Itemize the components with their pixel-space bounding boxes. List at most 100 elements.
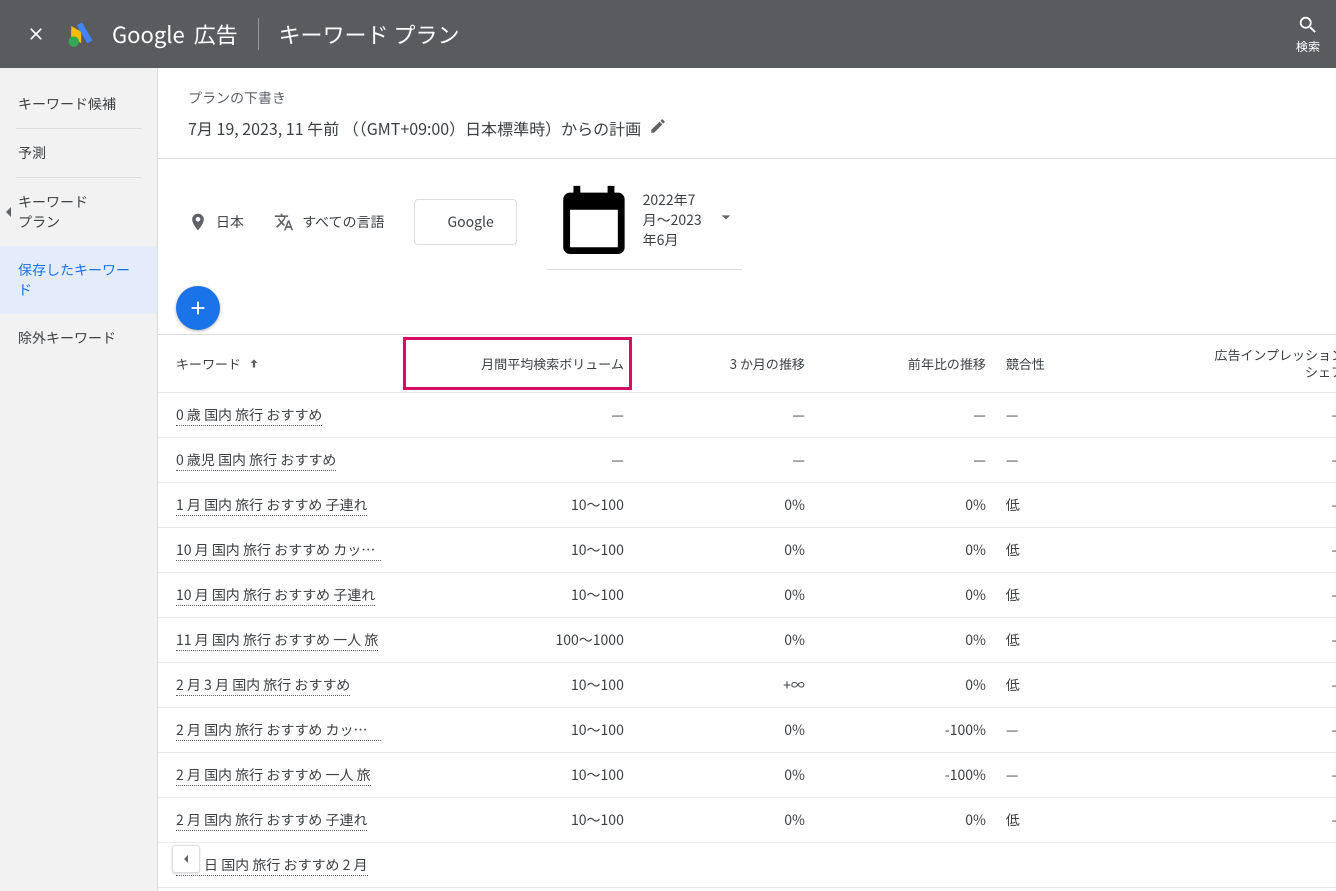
impressions-cell: —: [1161, 393, 1336, 438]
yoy-cell: -100%: [815, 753, 996, 798]
keyword-link[interactable]: 1 月 国内 旅行 おすすめ 子連れ: [176, 495, 367, 516]
col-header-yoy[interactable]: 前年比の推移: [815, 335, 996, 393]
competition-cell: —: [996, 393, 1162, 438]
vertical-separator: [258, 18, 259, 50]
location-icon: [188, 212, 208, 232]
table-row: 0 歳児 国内 旅行 おすすめ—————: [158, 438, 1336, 483]
impressions-cell: —: [1161, 663, 1336, 708]
yoy-cell: —: [815, 438, 996, 483]
competition-cell: 低: [996, 573, 1162, 618]
trend3m-cell: 0%: [634, 753, 815, 798]
add-keyword-fab[interactable]: [176, 286, 220, 330]
sidebar-item-plan[interactable]: キーワード プラン: [0, 178, 157, 246]
arrow-up-icon: [247, 357, 261, 371]
competition-cell: [996, 843, 1162, 888]
google-ads-logo: [68, 20, 96, 48]
yoy-cell: 0%: [815, 798, 996, 843]
competition-cell: 低: [996, 618, 1162, 663]
competition-cell: —: [996, 708, 1162, 753]
search-button[interactable]: 検索: [1296, 14, 1320, 55]
table-row: 2 月 国内 旅行 おすすめ カップル10～1000%-100%——: [158, 708, 1336, 753]
impressions-cell: —: [1161, 708, 1336, 753]
scroll-left-button[interactable]: [172, 845, 200, 873]
impressions-cell: —: [1161, 618, 1336, 663]
sidebar-item-saved-keywords[interactable]: 保存したキーワード: [0, 246, 157, 314]
volume-cell: 10～100: [401, 573, 634, 618]
chevron-left-icon: [178, 851, 194, 867]
translate-icon: [274, 212, 294, 232]
col-header-3month[interactable]: 3 か月の推移: [634, 335, 815, 393]
col-header-competition[interactable]: 競合性: [996, 335, 1162, 393]
keyword-cell[interactable]: 2 月 国内 旅行 おすすめ カップル: [158, 708, 401, 753]
date-range-filter[interactable]: 2022年7月～2023年6月: [547, 175, 743, 270]
keyword-link[interactable]: 2 月 国内 旅行 おすすめ カップル: [176, 720, 381, 741]
col-header-label: キーワード: [176, 354, 241, 373]
keyword-link[interactable]: 0 歳 国内 旅行 おすすめ: [176, 405, 322, 426]
date-range-label: 2022年7月～2023年6月: [643, 190, 709, 250]
keyword-link[interactable]: 10 月 国内 旅行 おすすめ 子連れ: [176, 585, 375, 606]
keyword-link[interactable]: 2 月 3 月 国内 旅行 おすすめ: [176, 675, 350, 696]
keyword-link[interactable]: 0 歳児 国内 旅行 おすすめ: [176, 450, 336, 471]
competition-cell: 低: [996, 528, 1162, 573]
col-header-label: 競合性: [1006, 354, 1045, 373]
volume-cell: 10～100: [401, 528, 634, 573]
trend3m-cell: —: [634, 438, 815, 483]
page-title: キーワード プラン: [279, 18, 460, 50]
col-header-keyword[interactable]: キーワード: [158, 335, 401, 393]
keyword-link[interactable]: 10 月 国内 旅行 おすすめ カップ...: [176, 540, 381, 561]
location-filter[interactable]: 日本: [188, 212, 244, 232]
impressions-cell: [1161, 843, 1336, 888]
yoy-cell: —: [815, 393, 996, 438]
keyword-cell[interactable]: 2 月 国内 旅行 おすすめ 一人 旅: [158, 753, 401, 798]
impressions-cell: —: [1161, 438, 1336, 483]
sidebar-item-forecast[interactable]: 予測: [0, 129, 157, 177]
sidebar-item-negative-keywords[interactable]: 除外キーワード: [0, 314, 157, 362]
keyword-cell[interactable]: 10 月 国内 旅行 おすすめ 子連れ: [158, 573, 401, 618]
calendar-icon: [553, 179, 635, 261]
yoy-cell: 0%: [815, 618, 996, 663]
language-filter-label: すべての言語: [302, 212, 384, 232]
location-filter-label: 日本: [216, 212, 244, 232]
keyword-cell[interactable]: 2 月 国内 旅行 おすすめ 子連れ: [158, 798, 401, 843]
volume-cell: 10～100: [401, 483, 634, 528]
keyword-link[interactable]: 11 月 国内 旅行 おすすめ 一人 旅: [176, 630, 378, 651]
table-row: 10 月 国内 旅行 おすすめ カップ...10～1000%0%低—: [158, 528, 1336, 573]
col-header-label: 月間平均検索ボリューム: [481, 354, 624, 373]
keyword-cell[interactable]: 0 歳児 国内 旅行 おすすめ: [158, 438, 401, 483]
yoy-cell: 0%: [815, 573, 996, 618]
yoy-cell: 0%: [815, 528, 996, 573]
sidebar-item-label: キーワード候補: [18, 94, 116, 114]
sidebar-item-ideas[interactable]: キーワード候補: [0, 80, 157, 128]
ads-logo-icon: [68, 20, 96, 48]
trend3m-cell: 0%: [634, 708, 815, 753]
col-header-volume[interactable]: 月間平均検索ボリューム: [401, 335, 634, 393]
keyword-cell[interactable]: 2 月 3 月 国内 旅行 おすすめ: [158, 663, 401, 708]
volume-cell: —: [401, 438, 634, 483]
language-filter[interactable]: すべての言語: [274, 212, 384, 232]
table-row: 2 月 3 月 国内 旅行 おすすめ10～100+∞0%低—: [158, 663, 1336, 708]
volume-cell: —: [401, 393, 634, 438]
table-row: 1 月 国内 旅行 おすすめ 子連れ10～1000%0%低—: [158, 483, 1336, 528]
keyword-cell[interactable]: 10 月 国内 旅行 おすすめ カップ...: [158, 528, 401, 573]
caret-left-icon: [6, 207, 11, 217]
chevron-down-icon: [716, 207, 736, 227]
keyword-link[interactable]: 2 月 国内 旅行 おすすめ 子連れ: [176, 810, 367, 831]
keyword-link[interactable]: ヨ 3 日 国内 旅行 おすすめ 2 月: [176, 855, 368, 876]
keyword-cell[interactable]: 1 月 国内 旅行 おすすめ 子連れ: [158, 483, 401, 528]
volume-cell: 10～100: [401, 663, 634, 708]
close-button[interactable]: [16, 14, 56, 54]
keyword-cell[interactable]: 11 月 国内 旅行 おすすめ 一人 旅: [158, 618, 401, 663]
keyword-link[interactable]: 2 月 国内 旅行 おすすめ 一人 旅: [176, 765, 371, 786]
col-header-impressions[interactable]: 広告インプレッション シェア: [1161, 335, 1336, 393]
network-filter[interactable]: Google: [414, 199, 516, 245]
close-icon: [26, 24, 46, 44]
trend3m-cell: 0%: [634, 573, 815, 618]
plan-timestamp-text: 7月 19, 2023, 11 午前 （（GMT+09:00）日本標準時）からの…: [188, 116, 641, 140]
trend3m-cell: 0%: [634, 528, 815, 573]
keyword-table: キーワード 月間平均検索ボリューム 3 か月の推移 前年比の推移 競合性: [158, 335, 1336, 889]
network-filter-label: Google: [447, 212, 493, 232]
keyword-cell[interactable]: 0 歳 国内 旅行 おすすめ: [158, 393, 401, 438]
edit-plan-button[interactable]: [649, 116, 667, 140]
sidebar-item-label: 除外キーワード: [18, 328, 116, 348]
competition-cell: —: [996, 753, 1162, 798]
